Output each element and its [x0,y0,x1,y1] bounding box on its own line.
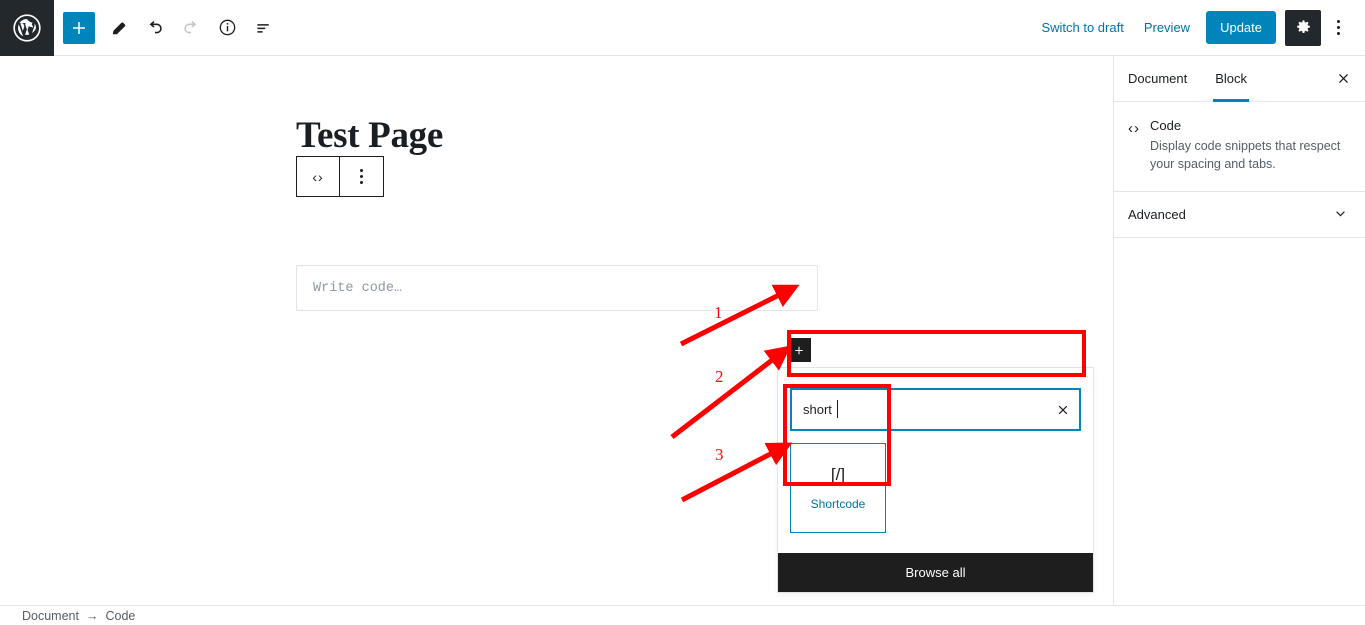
tab-document[interactable]: Document [1114,56,1201,101]
breadcrumb-separator: → [85,608,99,623]
undo-arrow-icon [149,20,162,33]
undo-button[interactable] [137,10,173,46]
breadcrumb: Document → Code [0,605,1365,625]
block-search-wrap [790,388,1081,431]
vertical-ellipsis-icon [1336,20,1340,35]
code-block[interactable]: Write code… [296,265,818,311]
chevron-down-icon [1332,205,1349,225]
block-inserter-popover: [/] Shortcode Browse all [777,367,1094,593]
breadcrumb-item-document[interactable]: Document [22,609,79,623]
advanced-panel-label: Advanced [1128,207,1186,223]
code-angle-brackets-icon: ‹› [1128,120,1140,137]
preview-button[interactable]: Preview [1134,14,1200,41]
switch-to-draft-button[interactable]: Switch to draft [1031,14,1133,41]
vertical-ellipsis-icon [360,169,363,184]
text-caret [837,400,838,418]
add-block-button[interactable] [63,11,95,44]
clear-search-button[interactable] [1046,389,1080,430]
close-icon [1058,405,1068,414]
block-inserter-plus-button[interactable] [787,338,811,362]
annotation-number-3: 3 [715,445,724,464]
update-button[interactable]: Update [1206,11,1276,44]
sidebar-tabs: Document Block [1114,56,1365,102]
block-card-title: Code [1150,118,1182,133]
plus-icon [73,21,85,34]
block-result-shortcode[interactable]: [/] Shortcode [790,443,886,533]
breadcrumb-item-code[interactable]: Code [105,609,135,623]
close-icon [1338,73,1348,84]
editor-top-bar: Switch to draft Preview Update [0,0,1365,56]
tab-block[interactable]: Block [1201,56,1261,102]
block-toolbar: ‹› [296,156,384,197]
page-title[interactable]: Test Page [296,114,443,157]
browse-all-button[interactable]: Browse all [778,553,1093,592]
block-card-description: Display code snippets that respect your … [1150,139,1341,172]
gear-icon [1296,20,1310,34]
edit-mode-button[interactable] [101,10,137,46]
editor-canvas: Test Page ‹› Write code… [/] Sh [0,56,1113,605]
list-view-icon [256,24,269,33]
block-card-text: Code Display code snippets that respect … [1150,118,1349,173]
wordpress-logo-button[interactable] [0,0,54,56]
shortcode-icon: [/] [830,465,846,484]
more-options-button[interactable] [1321,10,1355,46]
annotation-number-1: 1 [714,303,723,322]
content-info-button[interactable] [209,10,245,46]
block-search-input[interactable] [790,388,1081,431]
left-toolbar [63,0,281,56]
redo-button[interactable] [173,10,209,46]
block-result-label: Shortcode [810,497,866,511]
redo-arrow-icon [184,20,197,33]
block-options-button[interactable] [340,157,383,196]
wordpress-logo-icon [13,13,41,42]
block-results-grid: [/] Shortcode [778,431,1093,533]
pencil-icon [112,22,126,34]
block-type-code-button[interactable]: ‹› [297,157,340,196]
info-circle-icon [219,19,235,36]
advanced-panel-toggle[interactable]: Advanced [1114,192,1365,239]
close-sidebar-button[interactable] [1321,56,1365,101]
settings-gear-button[interactable] [1285,9,1321,46]
block-info-card: ‹› Code Display code snippets that respe… [1114,102,1365,193]
block-navigation-button[interactable] [245,10,281,46]
annotation-number-2: 2 [715,367,724,386]
right-toolbar: Switch to draft Preview Update [1031,0,1365,56]
plus-icon [795,346,803,354]
settings-sidebar: Document Block ‹› Code Display code snip… [1113,56,1365,605]
code-block-placeholder: Write code… [313,280,403,296]
